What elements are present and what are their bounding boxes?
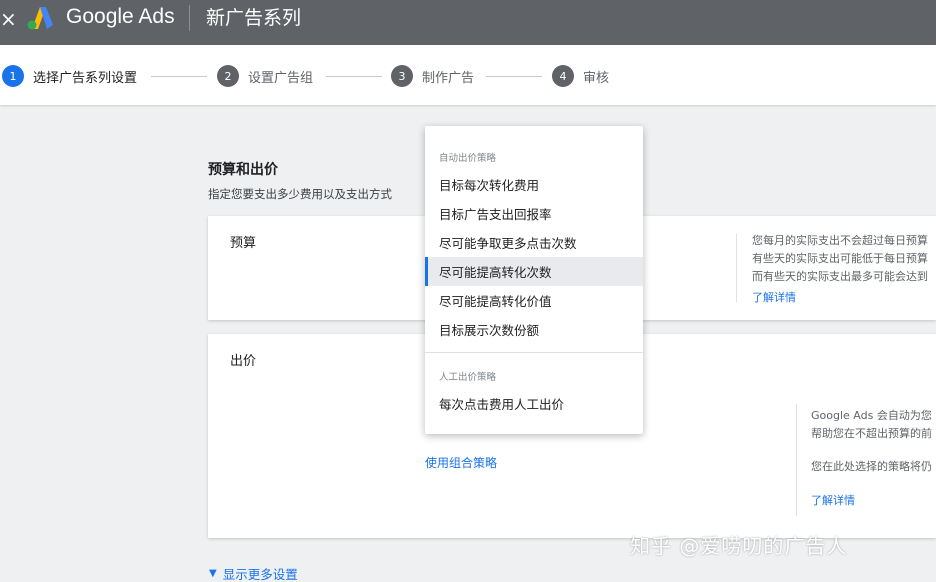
- campaign-stepper: 1 选择广告系列设置 2 设置广告组 3 制作广告 4 审核: [0, 45, 936, 105]
- step-number: 3: [391, 65, 413, 87]
- section-title: 预算和出价: [208, 162, 278, 178]
- bidding-label: 出价: [230, 354, 257, 369]
- bidding-help-line: 帮助您在不超出预算的前: [811, 427, 932, 440]
- bid-option-maximize-clicks[interactable]: 尽可能争取更多点击次数: [425, 228, 643, 257]
- show-more-settings-button[interactable]: ▼ 显示更多设置: [209, 564, 298, 582]
- google-ads-logo-icon: [27, 7, 53, 30]
- bidding-help-line: Google Ads 会自动为您: [811, 409, 932, 422]
- app-header: × Google Ads 新广告系列: [0, 0, 936, 45]
- bid-option-target-roas[interactable]: 目标广告支出回报率: [425, 199, 643, 228]
- step-campaign-settings[interactable]: 1 选择广告系列设置: [2, 65, 137, 87]
- step-create-ad[interactable]: 3 制作广告: [391, 65, 474, 87]
- bid-option-manual-cpc[interactable]: 每次点击费用人工出价: [425, 389, 643, 418]
- step-connector: [151, 76, 207, 77]
- step-review[interactable]: 4 审核: [552, 65, 609, 87]
- step-number: 2: [217, 65, 239, 87]
- page-title: 新广告系列: [206, 7, 302, 29]
- bid-option-maximize-conversions[interactable]: 尽可能提高转化次数: [425, 257, 643, 286]
- dropdown-divider: [425, 352, 643, 353]
- step-number: 4: [552, 65, 574, 87]
- step-ad-group[interactable]: 2 设置广告组: [217, 65, 313, 87]
- use-portfolio-strategy-link[interactable]: 使用组合策略: [425, 454, 497, 471]
- step-label: 设置广告组: [248, 70, 314, 86]
- budget-learn-more-link[interactable]: 了解详情: [752, 289, 796, 305]
- watermark: 知乎 @爱唠叨的广告人: [630, 534, 848, 558]
- budget-label: 预算: [230, 236, 257, 251]
- bidding-learn-more-link[interactable]: 了解详情: [811, 492, 855, 508]
- brand-name: Google Ads: [66, 5, 175, 28]
- show-more-settings-label: 显示更多设置: [222, 567, 298, 582]
- bidding-help-line: 您在此处选择的策略将仍: [811, 460, 932, 473]
- bid-strategy-dropdown: 自动出价策略 目标每次转化费用 目标广告支出回报率 尽可能争取更多点击次数 尽可…: [425, 126, 643, 434]
- budget-help-line: 而有些天的实际支出最多可能会达到: [752, 270, 928, 283]
- section-subtitle: 指定您要支出多少费用以及支出方式: [208, 187, 392, 201]
- step-label: 选择广告系列设置: [33, 70, 138, 86]
- bid-option-maximize-conversion-value[interactable]: 尽可能提高转化价值: [425, 286, 643, 315]
- step-label: 审核: [583, 70, 610, 86]
- manual-bidding-group-label: 人工出价策略: [439, 372, 497, 383]
- bid-option-target-impression-share[interactable]: 目标展示次数份额: [425, 315, 643, 344]
- chevron-down-icon: ▼: [209, 568, 217, 579]
- auto-bidding-group-label: 自动出价策略: [439, 153, 497, 164]
- budget-help-line: 有些天的实际支出可能低于每日预算: [752, 252, 928, 265]
- close-icon[interactable]: ×: [0, 8, 17, 30]
- step-connector: [486, 76, 542, 77]
- header-divider: [189, 5, 190, 31]
- budget-help-line: 您每月的实际支出不会超过每日预算: [752, 234, 928, 247]
- help-divider: [736, 234, 737, 302]
- step-number: 1: [2, 65, 24, 87]
- step-label: 制作广告: [422, 70, 475, 86]
- help-divider: [796, 404, 797, 516]
- step-connector: [326, 76, 382, 77]
- bid-option-target-cpa[interactable]: 目标每次转化费用: [425, 170, 643, 199]
